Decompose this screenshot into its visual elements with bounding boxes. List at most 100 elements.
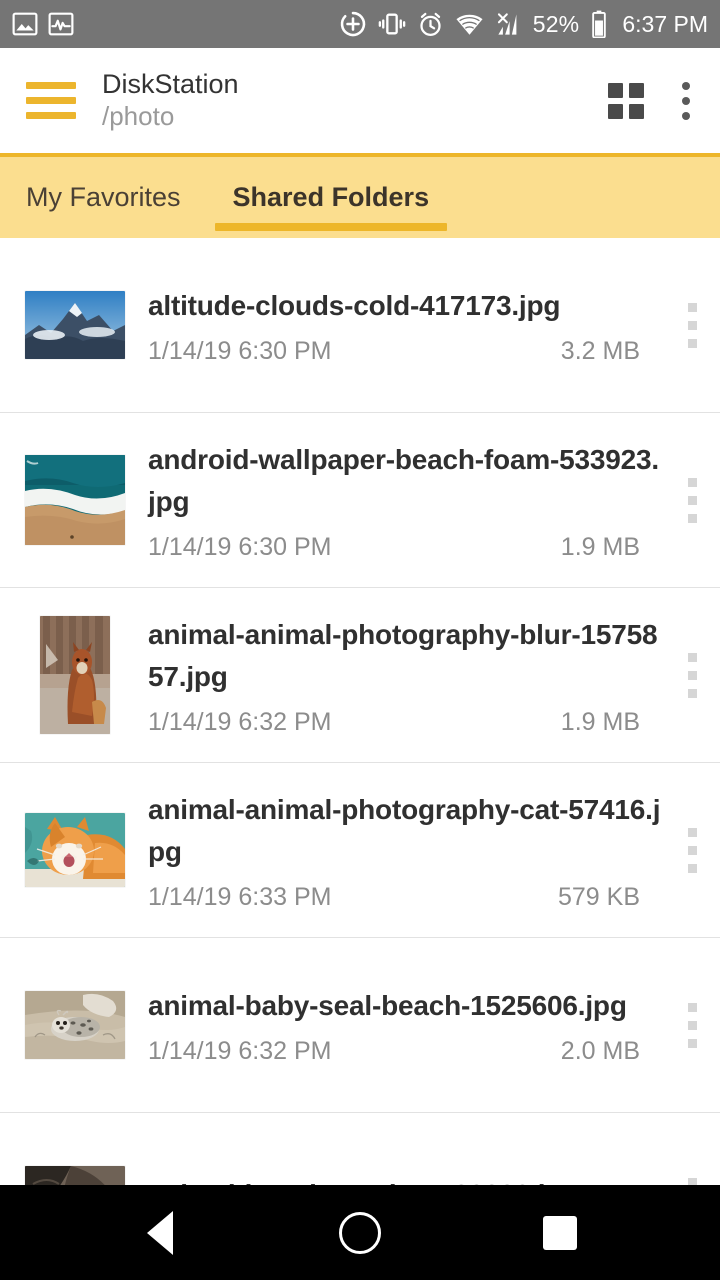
kebab-dot (687, 845, 697, 855)
table-row[interactable]: animal-animal-photography-cat-57416.jpg … (0, 763, 720, 938)
sync-add-icon (340, 11, 365, 37)
table-row[interactable]: altitude-clouds-cold-417173.jpg 1/14/19 … (0, 238, 720, 413)
hamburger-menu-icon[interactable] (26, 82, 76, 119)
thumbnail-container (20, 938, 130, 1112)
photo-icon (12, 12, 38, 36)
battery-icon (592, 10, 607, 38)
file-subrow: 1/14/19 6:33 PM 579 KB (148, 883, 664, 912)
file-name: animal-baby-seal-beach-1525606.jpg (148, 989, 627, 1021)
kebab-dot (687, 1038, 697, 1048)
file-list[interactable]: altitude-clouds-cold-417173.jpg 1/14/19 … (0, 238, 720, 1185)
kebab-dot (687, 495, 697, 505)
back-triangle-icon (147, 1210, 173, 1255)
thumbnail-container (20, 413, 130, 587)
table-row[interactable]: animal-beagle-canine-460823.jpg (0, 1113, 720, 1185)
hamburger-bar (26, 82, 76, 89)
recents-square-icon (543, 1215, 577, 1250)
tab-label: Shared Folders (232, 182, 430, 212)
back-button[interactable] (115, 1185, 205, 1280)
file-subrow: 1/14/19 6:32 PM 2.0 MB (148, 1037, 664, 1066)
tab-my-favorites[interactable]: My Favorites (0, 157, 207, 238)
file-name: animal-animal-photography-blur-1575857.j… (148, 618, 658, 692)
file-date: 1/14/19 6:32 PM (148, 1036, 332, 1065)
baby-seal-sand-thumbnail (25, 991, 125, 1059)
status-bar: 52% 6:37 PM (0, 0, 720, 48)
file-meta: animal-animal-photography-cat-57416.jpg … (130, 775, 664, 926)
file-name: animal-beagle-canine-460823.jpg (148, 1174, 664, 1185)
thumbnail-container (20, 1113, 130, 1185)
grid-cell (608, 103, 623, 119)
status-bar-left-icons (12, 11, 74, 37)
kebab-dot (687, 652, 697, 662)
kebab-dot (682, 96, 690, 105)
grid-cell (608, 82, 623, 98)
row-overflow-menu-icon[interactable] (664, 938, 720, 1112)
home-button[interactable] (315, 1185, 405, 1280)
kebab-dot (687, 827, 697, 837)
kebab-dot (687, 338, 697, 348)
file-meta: animal-baby-seal-beach-1525606.jpg 1/14/… (130, 971, 664, 1080)
file-size: 1.9 MB (560, 532, 640, 561)
beagle-dog-thumbnail (25, 1166, 125, 1185)
thumbnail-container (20, 763, 130, 937)
file-meta: animal-animal-photography-blur-1575857.j… (130, 600, 664, 751)
kebab-dot (687, 1020, 697, 1030)
phone-screen: 52% 6:37 PM DiskStation /photo My Favori… (0, 0, 720, 1280)
recents-button[interactable] (515, 1185, 605, 1280)
file-date: 1/14/19 6:30 PM (148, 532, 332, 561)
grid-view-icon[interactable] (608, 82, 644, 119)
home-circle-icon (339, 1211, 381, 1254)
row-overflow-menu-icon[interactable] (664, 413, 720, 587)
kebab-dot (682, 111, 690, 120)
file-size: 579 KB (557, 882, 640, 911)
table-row[interactable]: android-wallpaper-beach-foam-533923.jpg … (0, 413, 720, 588)
kebab-dot (682, 81, 690, 90)
alpaca-wooden-fence-thumbnail (40, 616, 110, 734)
grid-cell (629, 82, 644, 98)
grid-cell (629, 103, 644, 119)
status-bar-right-icons: 52% 6:37 PM (339, 10, 708, 39)
kebab-dot (687, 1002, 697, 1012)
android-navigation-bar (0, 1185, 720, 1280)
hamburger-bar (26, 112, 76, 119)
table-row[interactable]: animal-animal-photography-blur-1575857.j… (0, 588, 720, 763)
mountain-snow-peak-thumbnail (25, 291, 125, 359)
kebab-dot (687, 320, 697, 330)
file-subrow: 1/14/19 6:30 PM 1.9 MB (148, 533, 664, 562)
row-overflow-menu-icon[interactable] (664, 238, 720, 412)
thumbnail-container (20, 238, 130, 412)
table-row[interactable]: animal-baby-seal-beach-1525606.jpg 1/14/… (0, 938, 720, 1113)
tab-bar: My Favorites Shared Folders (0, 153, 720, 238)
file-name: altitude-clouds-cold-417173.jpg (148, 289, 561, 321)
page-title: DiskStation (102, 69, 239, 100)
hamburger-bar (26, 97, 76, 104)
thumbnail-container (20, 588, 130, 762)
file-subrow: 1/14/19 6:30 PM 3.2 MB (148, 337, 664, 366)
overflow-menu-icon[interactable] (674, 78, 698, 124)
file-meta: android-wallpaper-beach-foam-533923.jpg … (130, 425, 664, 576)
beach-ocean-foam-aerial-thumbnail (25, 455, 125, 545)
activity-icon (48, 12, 74, 36)
file-meta: animal-beagle-canine-460823.jpg (130, 1160, 664, 1185)
file-name: android-wallpaper-beach-foam-533923.jpg (148, 443, 659, 517)
row-overflow-menu-icon[interactable] (664, 763, 720, 937)
tab-shared-folders[interactable]: Shared Folders (207, 157, 456, 238)
battery-percent-label: 52% (532, 10, 580, 37)
kebab-dot (687, 477, 697, 487)
orange-cat-teal-background-thumbnail (25, 813, 125, 887)
kebab-dot (687, 1177, 697, 1185)
row-overflow-menu-icon[interactable] (664, 1113, 720, 1185)
row-overflow-menu-icon[interactable] (664, 588, 720, 762)
file-date: 1/14/19 6:33 PM (148, 882, 332, 911)
tab-label: My Favorites (26, 182, 181, 212)
kebab-dot (687, 302, 697, 312)
app-bar-titles: DiskStation /photo (102, 69, 239, 132)
kebab-dot (687, 688, 697, 698)
breadcrumb-path: /photo (102, 101, 175, 132)
file-date: 1/14/19 6:30 PM (148, 336, 332, 365)
wifi-icon (456, 14, 483, 35)
kebab-dot (687, 863, 697, 873)
file-size: 1.9 MB (560, 707, 640, 736)
kebab-dot (687, 670, 697, 680)
file-subrow: 1/14/19 6:32 PM 1.9 MB (148, 708, 664, 737)
